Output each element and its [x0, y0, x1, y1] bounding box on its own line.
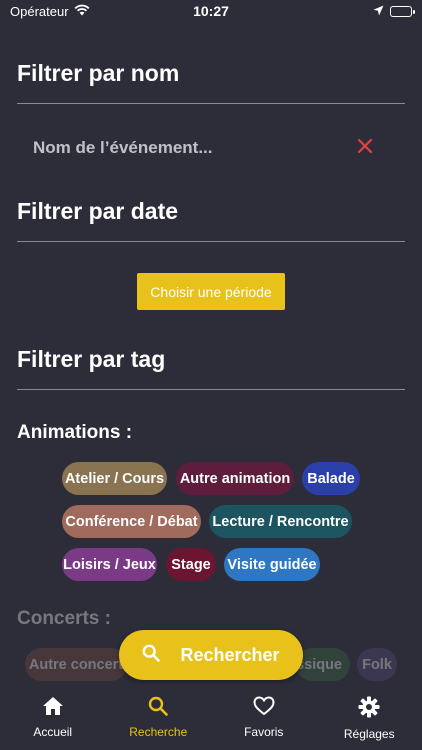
- tag-autre-concert[interactable]: Autre concert: [25, 648, 127, 681]
- carrier-label: Opérateur: [10, 3, 69, 19]
- tag-label: Autre concert: [28, 656, 124, 673]
- tab-recherche[interactable]: Recherche: [106, 684, 212, 750]
- wifi-icon: [74, 4, 90, 19]
- tab-reglages[interactable]: Réglages: [317, 684, 422, 750]
- search-icon: [148, 696, 169, 719]
- name-filter-title: Filtrer par nom: [17, 60, 180, 86]
- tag-conference-debat[interactable]: Conférence / Débat: [62, 505, 201, 538]
- status-time: 10:27: [193, 3, 229, 19]
- tag-filter-title: Filtrer par tag: [17, 346, 166, 372]
- tag-lecture-rencontre[interactable]: Lecture / Rencontre: [209, 505, 352, 538]
- tag-autre-animation[interactable]: Autre animation: [176, 462, 294, 495]
- tag-label: Autre animation: [179, 470, 291, 487]
- tag-label: Atelier / Cours: [64, 470, 165, 487]
- divider: [17, 389, 405, 390]
- tag-label: ssique: [296, 656, 342, 673]
- tab-label: Recherche: [129, 725, 188, 739]
- close-icon: [357, 138, 373, 159]
- tag-balade[interactable]: Balade: [302, 462, 360, 495]
- choose-period-button[interactable]: Choisir une période: [137, 273, 285, 310]
- tab-label: Réglages: [343, 727, 395, 741]
- tag-label: Conférence / Débat: [65, 513, 198, 530]
- gear-icon: [358, 696, 380, 721]
- date-filter-title: Filtrer par date: [17, 198, 179, 224]
- concerts-label: Concerts :: [17, 608, 111, 629]
- tag-label: Lecture / Rencontre: [212, 513, 349, 530]
- divider: [17, 103, 405, 104]
- tab-favoris[interactable]: Favoris: [211, 684, 317, 750]
- tab-label: Accueil: [33, 725, 73, 739]
- location-arrow-icon: [373, 4, 384, 19]
- event-name-input[interactable]: [17, 124, 405, 172]
- tag-atelier-cours[interactable]: Atelier / Cours: [62, 462, 167, 495]
- tag-loisirs-jeux[interactable]: Loisirs / Jeux: [62, 548, 157, 581]
- search-button[interactable]: Rechercher: [119, 630, 303, 680]
- animations-label: Animations :: [17, 422, 133, 443]
- tag-stage[interactable]: Stage: [166, 548, 216, 581]
- battery-icon: [390, 5, 415, 17]
- home-icon: [42, 696, 64, 719]
- status-bar: Opérateur 10:27: [0, 0, 422, 22]
- search-icon: [142, 644, 161, 667]
- heart-icon: [253, 696, 275, 719]
- tag-visite-guidee[interactable]: Visite guidée: [224, 548, 320, 581]
- search-button-label: Rechercher: [180, 644, 280, 665]
- tab-bar: Accueil Recherche Favoris Réglages: [0, 684, 422, 750]
- divider: [17, 241, 405, 242]
- tab-accueil[interactable]: Accueil: [0, 684, 106, 750]
- tag-label: Folk: [362, 656, 392, 673]
- tab-label: Favoris: [244, 725, 284, 739]
- tag-label: Balade: [307, 470, 355, 487]
- tag-folk[interactable]: Folk: [357, 648, 397, 681]
- clear-input-button[interactable]: [353, 136, 377, 160]
- tag-label: Visite guidée: [227, 556, 317, 573]
- tag-classique[interactable]: ssique: [296, 648, 350, 681]
- tag-label: Stage: [171, 556, 211, 573]
- tag-label: Loisirs / Jeux: [63, 556, 156, 573]
